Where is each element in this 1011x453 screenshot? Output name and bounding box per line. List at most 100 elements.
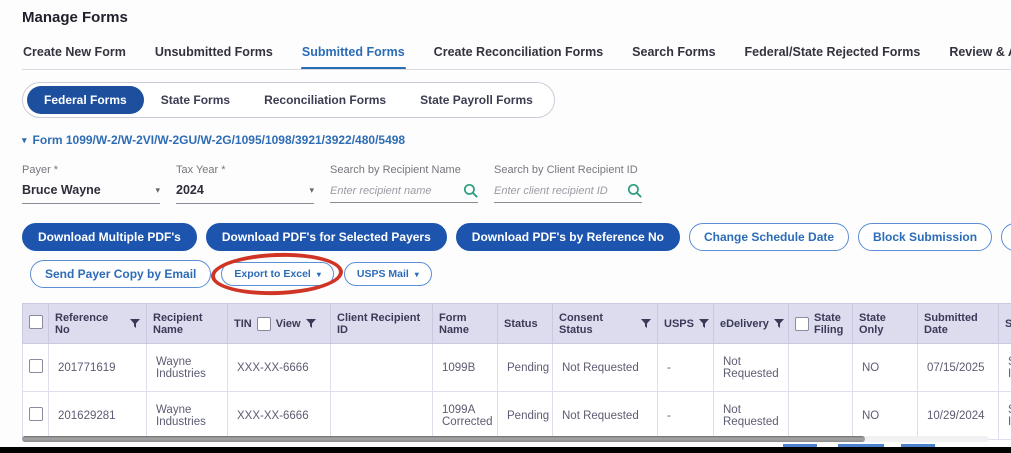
client-id-search-input[interactable] [494, 184, 612, 197]
payer-field: Payer * Bruce Wayne ▾ [22, 164, 160, 204]
client-id-search-box [494, 183, 642, 203]
filter-icon[interactable] [641, 318, 651, 329]
tin-mask-checkbox[interactable] [256, 316, 271, 331]
download-multiple-pdfs-button[interactable]: Download Multiple PDF's [22, 223, 197, 251]
tax-year-select[interactable]: 2024 ▾ [176, 183, 314, 204]
cell-edelivery: Not Requested [713, 343, 789, 392]
cell-recipient-name: Wayne Industries [146, 343, 228, 392]
cell-state-only: NO [852, 343, 918, 392]
cell-usps: - [657, 391, 714, 440]
col-usps: USPS [664, 317, 694, 330]
cell-tin: XXX-XX-6666 [227, 343, 331, 392]
subtab-state-payroll-forms[interactable]: State Payroll Forms [403, 86, 550, 114]
state-filing-all-checkbox[interactable] [795, 316, 809, 331]
filter-icon[interactable] [130, 318, 140, 329]
cell-state-filing [788, 391, 853, 440]
col-state-filing: State Filing [814, 311, 844, 336]
subtab-federal-forms[interactable]: Federal Forms [27, 86, 144, 114]
export-to-excel-label: Export to Excel [234, 268, 311, 280]
edelivery-button[interactable]: eDelivery [1001, 223, 1011, 251]
cell-state-only: NO [852, 391, 918, 440]
tab-create-reconciliation-forms[interactable]: Create Reconciliation Forms [433, 41, 605, 69]
usps-mail-label: USPS Mail [356, 268, 409, 280]
forms-table: Reference No Recipient Name TIN View Cli… [22, 303, 1011, 440]
chevron-down-icon: ▾ [414, 269, 419, 279]
red-circle-annotation: Export to Excel ▾ [221, 262, 334, 286]
col-clipped: S [1005, 317, 1011, 330]
tax-year-value: 2024 [176, 183, 204, 197]
form-type-subtabs: Federal Forms State Forms Reconciliation… [22, 82, 555, 118]
col-view: View [275, 317, 301, 330]
form-group-label: Form 1099/W-2/W-2VI/W-2GU/W-2G/1095/1098… [32, 133, 406, 147]
tab-create-new-form[interactable]: Create New Form [22, 41, 127, 69]
change-schedule-date-button[interactable]: Change Schedule Date [689, 223, 850, 251]
col-consent-status: Consent Status [559, 311, 603, 336]
export-to-excel-button[interactable]: Export to Excel ▾ [221, 262, 334, 286]
tab-federal-state-rejected-forms[interactable]: Federal/State Rejected Forms [744, 41, 922, 69]
usps-mail-button[interactable]: USPS Mail ▾ [343, 262, 432, 286]
col-form-name: Form Name [439, 311, 469, 336]
select-all-checkbox[interactable] [28, 315, 43, 329]
recipient-search-input[interactable] [330, 184, 448, 197]
chevron-down-icon: ▾ [155, 184, 160, 195]
horizontal-scrollbar-thumb[interactable] [22, 436, 865, 442]
cell-reference-no: 201629281 [48, 391, 147, 440]
filter-icon[interactable] [305, 318, 316, 329]
search-icon[interactable] [463, 183, 478, 198]
cell-usps: - [657, 343, 714, 392]
cell-clipped: S I [998, 343, 1011, 392]
page-title: Manage Forms [22, 9, 128, 26]
table-header-row: Reference No Recipient Name TIN View Cli… [22, 303, 1011, 344]
recipient-search-label: Search by Recipient Name [330, 164, 461, 176]
form-group-toggle[interactable]: ▾ Form 1099/W-2/W-2VI/W-2GU/W-2G/1095/10… [22, 133, 1011, 147]
cell-consent-status: Not Requested [552, 391, 658, 440]
table-row: 201629281 Wayne Industries XXX-XX-6666 1… [22, 391, 1011, 440]
col-edelivery: eDelivery [720, 317, 769, 330]
cell-form-name: 1099A Corrected [432, 391, 498, 440]
cell-submitted-date: 07/15/2025 [917, 343, 999, 392]
chevron-down-icon: ▾ [316, 269, 321, 279]
filter-icon[interactable] [698, 318, 709, 329]
cell-reference-no: 201771619 [48, 343, 147, 392]
cell-state-filing [788, 343, 853, 392]
tab-unsubmitted-forms[interactable]: Unsubmitted Forms [154, 41, 274, 69]
tax-year-field: Tax Year * 2024 ▾ [176, 164, 314, 204]
forms-table-container: Reference No Recipient Name TIN View Cli… [22, 303, 1011, 440]
download-pdfs-reference-no-button[interactable]: Download PDF's by Reference No [455, 223, 681, 251]
col-state-only: State Only [859, 311, 886, 336]
cell-clipped: S I [998, 391, 1011, 440]
subtab-state-forms[interactable]: State Forms [144, 86, 247, 114]
recipient-search-field: Search by Recipient Name [330, 164, 478, 204]
tab-review-approve-forms[interactable]: Review & Approve Forms [948, 41, 1011, 69]
col-status: Status [504, 317, 538, 330]
cell-client-recipient-id [330, 343, 433, 392]
cell-submitted-date: 10/29/2024 [917, 391, 999, 440]
client-id-search-field: Search by Client Recipient ID [494, 164, 642, 204]
col-submitted-date: Submitted Date [924, 311, 978, 336]
tab-search-forms[interactable]: Search Forms [631, 41, 716, 69]
main-tab-bar: Create New Form Unsubmitted Forms Submit… [22, 41, 1011, 70]
horizontal-scrollbar-track[interactable] [22, 436, 989, 442]
table-row: 201771619 Wayne Industries XXX-XX-6666 1… [22, 343, 1011, 392]
col-reference-no: Reference No [55, 311, 109, 336]
filter-row: Payer * Bruce Wayne ▾ Tax Year * 2024 ▾ … [22, 164, 1011, 204]
subtab-reconciliation-forms[interactable]: Reconciliation Forms [247, 86, 403, 114]
row-checkbox[interactable] [28, 359, 43, 373]
action-button-row-1: Download Multiple PDF's Download PDF's f… [22, 223, 1011, 251]
cell-form-name: 1099B [432, 343, 498, 392]
chevron-down-icon: ▾ [309, 184, 314, 195]
filter-icon[interactable] [773, 318, 784, 329]
cell-client-recipient-id [330, 391, 433, 440]
download-pdfs-selected-payers-button[interactable]: Download PDF's for Selected Payers [205, 223, 447, 251]
row-checkbox[interactable] [28, 407, 43, 421]
recipient-search-box [330, 183, 478, 203]
bottom-window-edge [0, 447, 1011, 453]
payer-select[interactable]: Bruce Wayne ▾ [22, 183, 160, 204]
payer-value: Bruce Wayne [22, 183, 101, 197]
manage-forms-page: Manage Forms Create New Form Unsubmitted… [0, 0, 1011, 453]
col-tin: TIN [234, 317, 252, 330]
block-submission-button[interactable]: Block Submission [858, 223, 993, 251]
tab-submitted-forms[interactable]: Submitted Forms [300, 41, 406, 69]
search-icon[interactable] [627, 183, 642, 198]
send-payer-copy-email-button[interactable]: Send Payer Copy by Email [30, 260, 212, 288]
